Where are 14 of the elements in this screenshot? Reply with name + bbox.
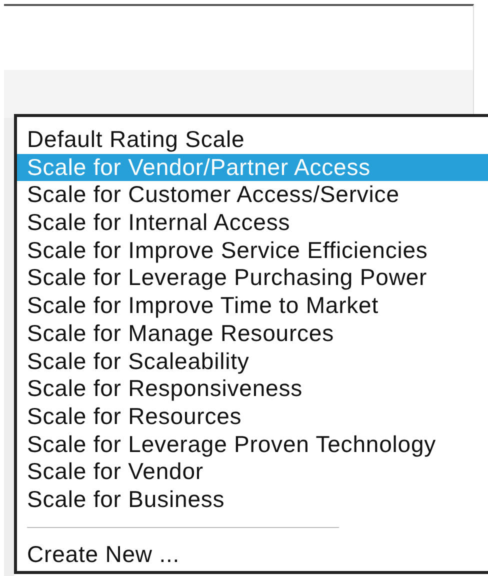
dropdown-option[interactable]: Scale for Responsiveness (17, 375, 488, 403)
dropdown-option[interactable]: Scale for Leverage Purchasing Power (17, 264, 488, 292)
dropdown-option[interactable]: Scale for Internal Access (17, 209, 488, 237)
dropdown-option[interactable]: Create New ... (17, 541, 488, 569)
dropdown-option[interactable]: Scale for Business (17, 486, 488, 514)
dropdown-option[interactable]: Scale for Improve Time to Market (17, 292, 488, 320)
dropdown-option[interactable]: Scale for Vendor (17, 458, 488, 486)
dropdown-option[interactable]: Scale for Customer Access/Service (17, 181, 488, 210)
dropdown-option[interactable]: Scale for Resources (17, 402, 488, 431)
dropdown-option[interactable]: Scale for Manage Resources (17, 320, 488, 348)
dropdown-option[interactable]: Default Rating Scale (17, 126, 488, 154)
dropdown-option[interactable]: Scale for Leverage Proven Technology (17, 430, 488, 458)
dropdown-option[interactable]: Scale for Scaleability (17, 348, 488, 376)
dropdown-option[interactable]: Scale for Improve Service Efficiencies (17, 236, 488, 264)
